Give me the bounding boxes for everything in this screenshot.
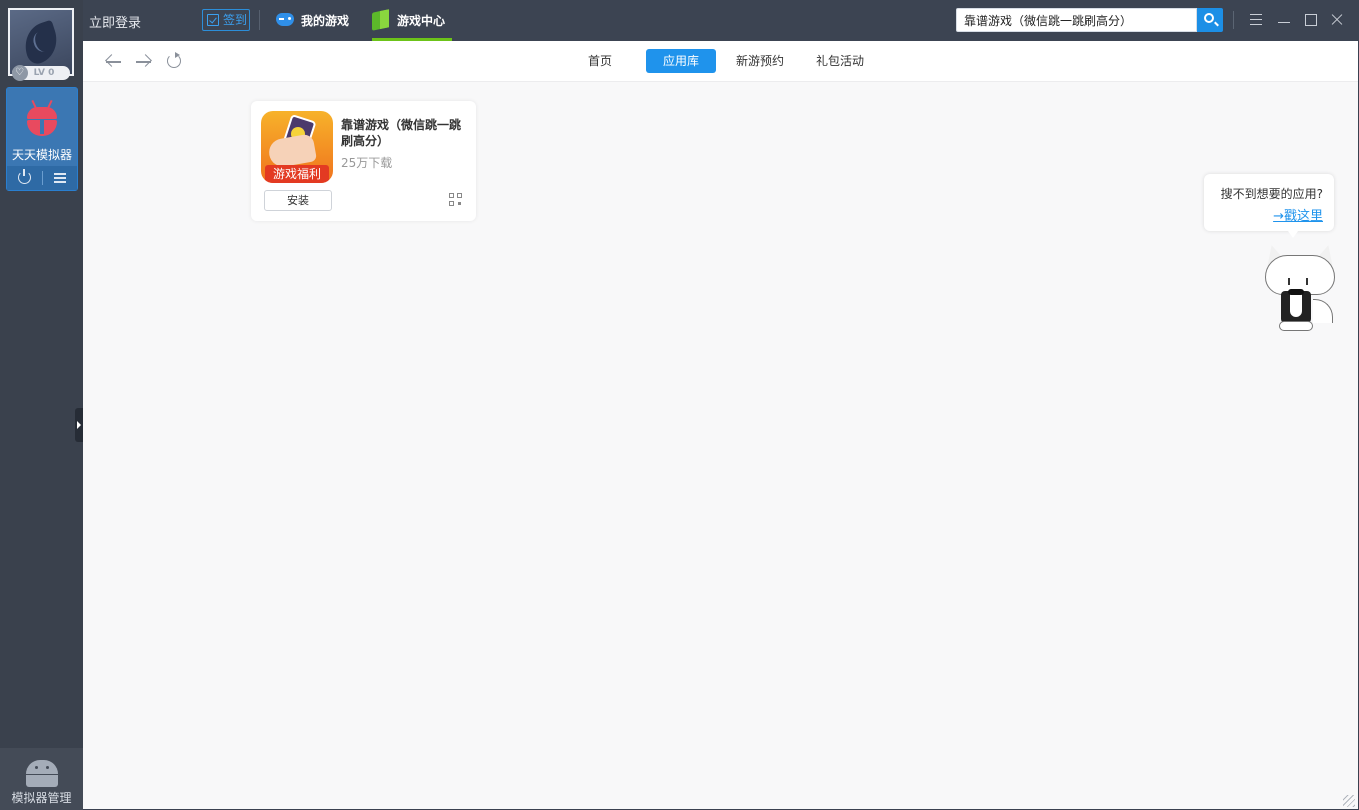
search-button[interactable] <box>1197 8 1223 32</box>
emulator-logo-icon <box>24 99 60 136</box>
tab-new-game-preorder[interactable]: 新游预约 <box>730 49 790 73</box>
help-link[interactable]: →戳这里 <box>1273 205 1323 224</box>
search-input[interactable] <box>957 9 1196 31</box>
calendar-check-icon <box>207 14 219 26</box>
install-button[interactable]: 安装 <box>264 190 332 211</box>
divider <box>259 10 260 30</box>
help-question: 搜不到想要的应用? <box>1220 187 1323 201</box>
tab-home[interactable]: 首页 <box>580 49 620 73</box>
app-icon[interactable]: 游戏福利 <box>261 111 333 183</box>
emulator-launch[interactable]: 天天模拟器 <box>7 88 77 166</box>
search-box <box>956 8 1197 32</box>
divider <box>1233 11 1234 29</box>
app-card[interactable]: 游戏福利 靠谱游戏（微信跳一跳刷高分） 25万下载 安装 <box>251 101 476 221</box>
emulator-manager-label: 模拟器管理 <box>11 791 72 805</box>
menu-list-icon[interactable] <box>54 172 66 184</box>
cube-icon <box>372 9 389 31</box>
app-badge: 游戏福利 <box>265 165 329 183</box>
search-icon <box>1204 13 1214 23</box>
tab-game-center[interactable]: 游戏中心 <box>372 0 452 41</box>
resize-grip-icon[interactable] <box>1343 795 1355 807</box>
collapse-sidebar-toggle[interactable] <box>75 408 83 442</box>
maximize-icon[interactable] <box>1300 10 1320 30</box>
tab-app-library[interactable]: 应用库 <box>646 49 716 73</box>
close-icon[interactable] <box>1327 10 1347 30</box>
signin-button[interactable]: 签到 <box>202 9 250 31</box>
search-help-bubble: 搜不到想要的应用? →戳这里 <box>1204 174 1334 238</box>
tab-my-games[interactable]: 我的游戏 <box>276 0 360 41</box>
login-link[interactable]: 立即登录 <box>89 12 141 31</box>
tab-gift-events[interactable]: 礼包活动 <box>810 49 870 73</box>
tab-label: 我的游戏 <box>301 14 350 28</box>
emulator-controls <box>7 166 77 190</box>
emulator-name: 天天模拟器 <box>11 148 72 162</box>
minimize-icon[interactable] <box>1274 10 1294 30</box>
power-icon[interactable] <box>18 169 31 184</box>
menu-icon[interactable] <box>1246 10 1266 30</box>
cat-mascot-icon <box>1255 241 1339 339</box>
heart-icon <box>12 65 28 81</box>
divider <box>42 171 43 185</box>
sidebar: LV 0 天天模拟器 模拟器管理 <box>0 0 83 810</box>
back-arrow-icon[interactable] <box>105 53 123 69</box>
refresh-icon[interactable] <box>167 52 181 68</box>
level-badge: LV 0 <box>12 65 70 81</box>
android-icon <box>24 758 60 787</box>
forward-arrow-icon[interactable] <box>135 53 153 69</box>
qr-code-icon[interactable] <box>449 193 463 207</box>
title-bar: 立即登录 签到 我的游戏 游戏中心 <box>83 0 1359 41</box>
level-label: LV 0 <box>33 68 55 78</box>
main-content: 首页 应用库 新游预约 礼包活动 游戏福利 靠谱游戏（微信跳一跳刷高分） 25万… <box>83 41 1358 809</box>
app-name[interactable]: 靠谱游戏（微信跳一跳刷高分） <box>341 117 467 149</box>
download-count: 25万下载 <box>341 156 393 170</box>
emulator-card[interactable]: 天天模拟器 <box>6 87 78 191</box>
emulator-manager-button[interactable]: 模拟器管理 <box>0 748 83 810</box>
fish-logo-icon <box>18 19 64 67</box>
tab-label: 游戏中心 <box>397 14 446 28</box>
signin-label: 签到 <box>223 13 248 27</box>
nav-bar: 首页 应用库 新游预约 礼包活动 <box>83 41 1358 82</box>
gamepad-icon <box>276 13 294 26</box>
